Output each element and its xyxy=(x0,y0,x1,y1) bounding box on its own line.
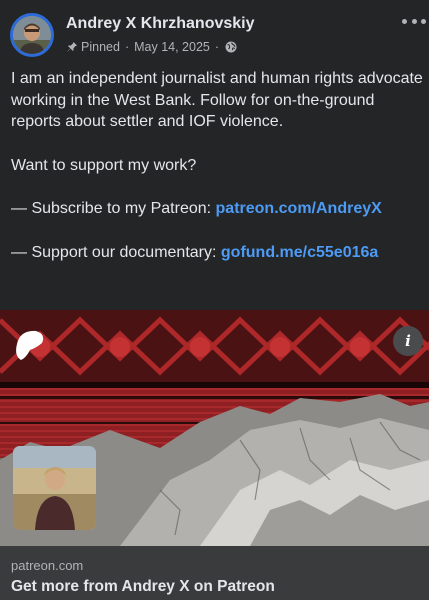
author-name[interactable]: Andrey X Khrzhanovskiy xyxy=(66,15,255,33)
meta-separator: · xyxy=(214,40,220,54)
creator-photo xyxy=(13,446,96,530)
pin-icon xyxy=(67,42,77,52)
avatar-photo xyxy=(13,16,51,54)
documentary-line-text: — Support our documentary: xyxy=(11,243,221,261)
documentary-link[interactable]: gofund.me/c55e016a xyxy=(221,244,378,261)
link-title[interactable]: Get more from Andrey X on Patreon xyxy=(11,578,275,596)
post-header: Andrey X Khrzhanovskiy Pinned · May 14, … xyxy=(0,0,429,62)
patreon-link[interactable]: patreon.com/AndreyX xyxy=(216,200,382,217)
link-domain: patreon.com xyxy=(11,558,84,573)
post-intro: I am an independent journalist and human… xyxy=(11,70,423,130)
author-avatar[interactable] xyxy=(10,13,54,57)
link-preview-footer[interactable]: patreon.com Get more from Andrey X on Pa… xyxy=(0,546,429,600)
creator-thumbnail xyxy=(13,446,96,530)
documentary-line: — Support our documentary: gofund.me/c55… xyxy=(11,242,423,264)
post-body: I am an independent journalist and human… xyxy=(11,68,423,263)
dot xyxy=(402,18,407,24)
link-preview-image[interactable]: i xyxy=(0,310,429,546)
dot xyxy=(421,18,426,24)
facebook-post: Andrey X Khrzhanovskiy Pinned · May 14, … xyxy=(0,0,429,600)
patreon-line: — Subscribe to my Patreon: patreon.com/A… xyxy=(11,198,423,220)
meta-separator: · xyxy=(124,40,130,54)
patreon-line-text: — Subscribe to my Patreon: xyxy=(11,200,216,217)
post-date[interactable]: May 14, 2025 xyxy=(134,40,210,54)
support-question: Want to support my work? xyxy=(11,156,197,174)
more-options-icon[interactable] xyxy=(402,14,426,28)
info-icon[interactable]: i xyxy=(393,326,423,356)
globe-icon[interactable] xyxy=(225,41,237,53)
pinned-label: Pinned xyxy=(81,40,120,54)
dot xyxy=(411,18,417,24)
post-meta: Pinned · May 14, 2025 · xyxy=(66,40,237,54)
